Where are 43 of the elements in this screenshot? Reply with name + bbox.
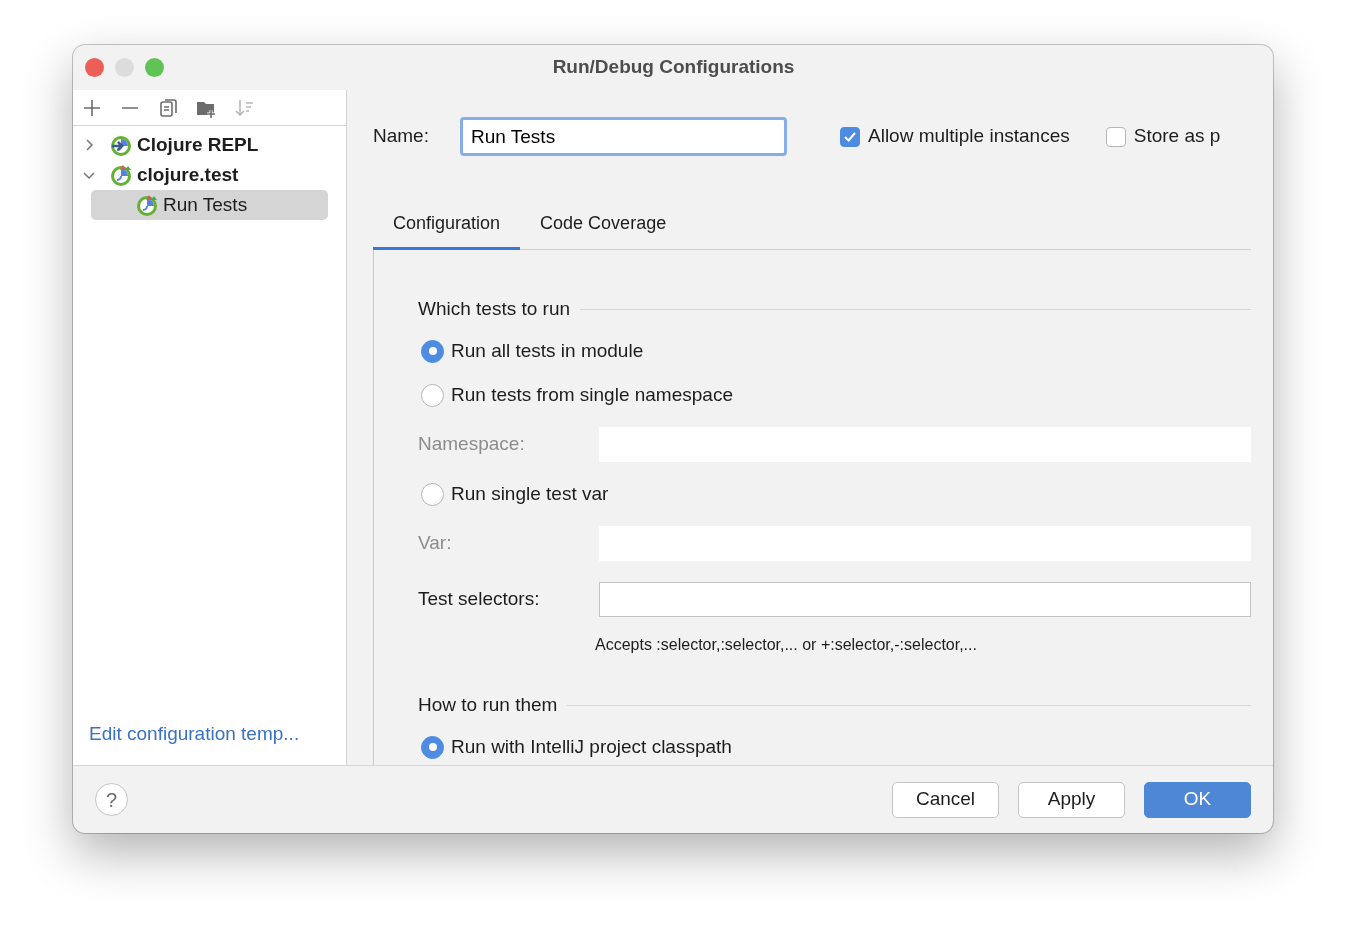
section-heading: Which tests to run <box>418 296 571 321</box>
radio-label: Run tests from single namespace <box>451 382 733 407</box>
edit-templates-link[interactable]: Edit configuration temp... <box>89 722 300 744</box>
field-label: Namespace: <box>418 432 526 457</box>
test-run-icon <box>135 193 159 217</box>
tab[interactable]: Configuration <box>373 200 521 250</box>
hint-text: Accepts :selector,:selector,... or +:selector,-:selector,... <box>595 635 977 655</box>
tree-item[interactable]: Clojure REPL <box>73 130 346 160</box>
tab[interactable]: Code Coverage <box>520 200 687 250</box>
field-label: Test selectors: <box>418 587 541 612</box>
radio-button[interactable] <box>421 339 444 363</box>
collapse-icon[interactable] <box>83 169 95 181</box>
ok-button[interactable]: OK <box>1144 781 1251 818</box>
name-field[interactable]: Run Tests <box>460 117 787 156</box>
zoom-button[interactable] <box>145 58 164 77</box>
tree-item-label: Clojure REPL <box>137 132 259 157</box>
radio-label: Run single test var <box>451 481 609 506</box>
radio-label: Run all tests in module <box>451 338 644 363</box>
test-run-icon <box>109 163 133 187</box>
tree-item[interactable]: Run Tests <box>91 190 328 220</box>
dialog-button[interactable]: Cancel <box>892 781 999 818</box>
dialog-button[interactable]: Apply <box>1018 781 1125 818</box>
expand-icon[interactable] <box>83 139 95 151</box>
checkbox-label: Allow multiple instances <box>868 124 1070 149</box>
radio-button[interactable] <box>421 735 444 759</box>
copy-icon[interactable] <box>157 96 179 119</box>
close-button[interactable] <box>85 58 104 77</box>
radio-label: Run with IntelliJ project classpath <box>451 734 732 759</box>
checkbox-label: Store as p <box>1133 124 1221 149</box>
help-button[interactable]: ? <box>95 783 128 816</box>
radio-button[interactable] <box>421 482 444 506</box>
section-heading: How to run them <box>418 692 558 717</box>
tree-item-label: Run Tests <box>163 192 248 217</box>
radio-button[interactable] <box>421 383 444 407</box>
window-title: Run/Debug Configurations <box>552 56 795 78</box>
tree-item-label: clojure.test <box>137 162 239 187</box>
checkbox[interactable] <box>1105 126 1126 147</box>
field-label: Var: <box>418 531 453 556</box>
input-field[interactable] <box>599 582 1251 617</box>
repl-icon <box>109 133 133 157</box>
checkbox[interactable] <box>840 126 860 147</box>
tree-item[interactable]: clojure.test <box>73 160 346 190</box>
name-label: Name: <box>373 124 430 149</box>
